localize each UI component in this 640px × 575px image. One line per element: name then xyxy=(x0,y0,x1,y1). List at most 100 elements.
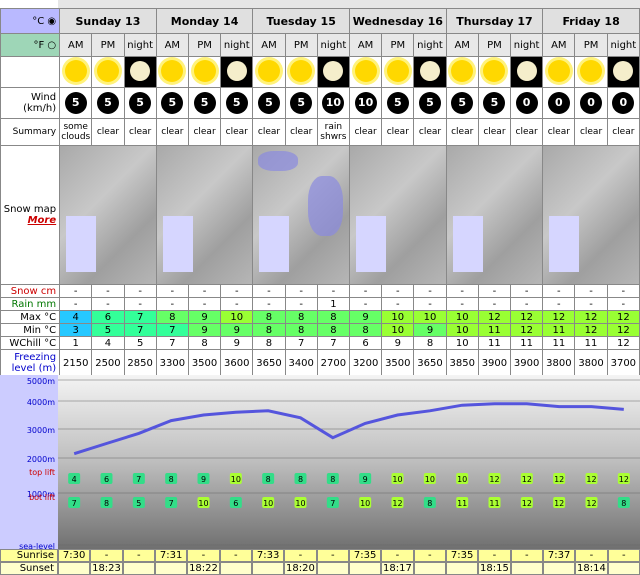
sun-icon xyxy=(386,59,409,82)
bot-lift-value: 12 xyxy=(586,499,596,508)
rain-cell: - xyxy=(510,297,544,311)
sun-icon xyxy=(257,59,280,82)
min-temp-cell: 9 xyxy=(220,323,254,337)
top-lift-value: 8 xyxy=(330,475,335,484)
moon-icon xyxy=(130,60,151,81)
min-temp-cell: 8 xyxy=(316,323,350,337)
wind-cell: 5 xyxy=(445,87,479,119)
sunrise-cell: 7:31 xyxy=(154,549,188,562)
moon-icon xyxy=(226,60,247,81)
sunrise-cell: 7:35 xyxy=(348,549,382,562)
summary-cell: clear xyxy=(123,118,157,146)
top-lift-value: 4 xyxy=(72,475,77,484)
wind-cell: 10 xyxy=(316,87,350,119)
freezing-level-cell: 3800 xyxy=(542,349,576,377)
min-temp-cell: 7 xyxy=(123,323,157,337)
wchill-cell: 8 xyxy=(187,336,222,350)
summary-cell: clear xyxy=(284,118,318,146)
summary-cell: clear xyxy=(252,118,286,146)
snow-cell: - xyxy=(284,284,318,298)
snow-cell: - xyxy=(348,284,383,298)
unit-fahrenheit-toggle[interactable]: °F ○ xyxy=(0,33,61,57)
wchill-cell: 11 xyxy=(477,336,512,350)
sunset-cell xyxy=(510,562,543,575)
weather-icon-cell xyxy=(477,56,512,88)
period-header: night xyxy=(123,33,157,57)
snow-cell: - xyxy=(574,284,608,298)
wind-cell: 0 xyxy=(542,87,576,119)
day-header: Monday 14 xyxy=(155,8,254,34)
top-lift-value: 10 xyxy=(392,475,402,484)
bot-lift-value: 7 xyxy=(72,499,77,508)
summary-cell: clear xyxy=(91,118,125,146)
wind-cell: 5 xyxy=(284,87,318,119)
freezing-level-cell: 3400 xyxy=(284,349,318,377)
period-header: night xyxy=(413,33,447,57)
icon-row-label xyxy=(0,56,61,88)
wchill-cell: 11 xyxy=(542,336,576,350)
sun-icon xyxy=(580,59,603,82)
min-temp-cell: 9 xyxy=(187,323,222,337)
wind-speed-icon: 0 xyxy=(547,92,570,114)
sunset-cell: 18:15 xyxy=(478,562,511,575)
summary-cell: clear xyxy=(445,118,479,146)
sun-icon xyxy=(354,59,377,82)
sunrise-label: Sunrise xyxy=(0,549,58,562)
rain-cell: - xyxy=(413,297,447,311)
snow-map-image[interactable] xyxy=(155,145,254,285)
moon-rain-icon xyxy=(323,60,344,81)
bot-lift-value: 10 xyxy=(198,499,208,508)
min-temp-cell: 9 xyxy=(413,323,447,337)
period-header: PM xyxy=(91,33,125,57)
sunrise-cell: - xyxy=(478,549,511,562)
bot-lift-value: 10 xyxy=(295,499,305,508)
bot-lift-value: 11 xyxy=(457,499,467,508)
sunset-cell xyxy=(445,562,479,575)
min-temp-cell: 12 xyxy=(606,323,640,337)
period-header: night xyxy=(606,33,640,57)
weather-icon-cell xyxy=(381,56,415,88)
sunrise-cell: - xyxy=(122,549,155,562)
max-temp-cell: 10 xyxy=(220,310,254,324)
sunset-cell xyxy=(122,562,155,575)
snow-map-image[interactable] xyxy=(252,145,350,285)
freezing-level-cell: 3700 xyxy=(606,349,640,377)
top-lift-value: 10 xyxy=(231,475,241,484)
snow-cell: - xyxy=(413,284,447,298)
period-header: PM xyxy=(284,33,318,57)
bot-label: bot lift xyxy=(29,493,55,502)
rain-cell: - xyxy=(252,297,286,311)
top-lift-value: 8 xyxy=(169,475,174,484)
max-temp-cell: 9 xyxy=(348,310,383,324)
max-temp-cell: 12 xyxy=(542,310,576,324)
unit-celsius-toggle[interactable]: °C ◉ xyxy=(0,8,61,34)
freezing-level-cell: 2150 xyxy=(59,349,93,377)
top-lift-value: 9 xyxy=(201,475,206,484)
top-lift-value: 12 xyxy=(554,475,564,484)
weather-icon-cell xyxy=(574,56,608,88)
period-header: AM xyxy=(59,33,93,57)
weather-icon-cell xyxy=(252,56,286,88)
wind-cell: 5 xyxy=(91,87,125,119)
wind-speed-icon: 5 xyxy=(64,92,87,114)
summary-label: Summary xyxy=(0,118,61,146)
snow-map-image[interactable] xyxy=(445,145,544,285)
snow-map-image[interactable] xyxy=(59,145,157,285)
rain-cell: - xyxy=(381,297,415,311)
snow-map-image[interactable] xyxy=(348,145,447,285)
snowmap-more-link[interactable]: More xyxy=(2,215,57,226)
weather-icon-cell xyxy=(91,56,125,88)
snow-cell: - xyxy=(91,284,125,298)
summary-cell: clear xyxy=(413,118,447,146)
max-temp-cell: 12 xyxy=(606,310,640,324)
level-label: 2000m xyxy=(27,455,55,464)
summary-cell: clear xyxy=(220,118,254,146)
min-temp-cell: 8 xyxy=(252,323,286,337)
snow-cell: - xyxy=(477,284,512,298)
sun-icon xyxy=(161,59,184,82)
top-lift-value: 10 xyxy=(425,475,435,484)
sunset-cell xyxy=(348,562,382,575)
snow-map-image[interactable] xyxy=(542,145,640,285)
top-lift-value: 12 xyxy=(489,475,499,484)
moon-icon xyxy=(420,60,440,81)
